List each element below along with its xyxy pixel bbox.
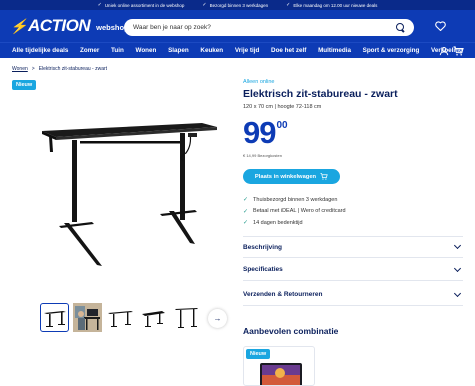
price-whole: 99 [243, 115, 276, 150]
arrow-right-icon: → [213, 314, 222, 323]
nav-item-vrije-tijd[interactable]: Vrije tijd [235, 47, 260, 54]
usp-row: ✓ Betaal met iDEAL | Wero of creditcard [243, 208, 346, 215]
recommended-title: Aanbevolen combinatie [243, 326, 339, 336]
chevron-down-icon [453, 241, 462, 250]
search-icon[interactable] [396, 23, 405, 32]
check-icon: ✓ [243, 220, 249, 227]
usp-item: ✓ Elke maandag om 12.00 uur nieuwe deals [286, 2, 378, 8]
cart-icon[interactable] [452, 45, 464, 57]
logo[interactable]: ⚡ ACTION webshop [8, 16, 129, 36]
thumbnail[interactable] [172, 303, 201, 332]
recommended-product-image [260, 363, 302, 385]
nav-item-tuin[interactable]: Tuin [111, 47, 124, 54]
usp-item: ✓ Bezorgd binnen 3 werkdagen [202, 2, 269, 8]
shipping-cost: € 14,99 Bezorgkosten [243, 153, 282, 158]
check-icon: ✓ [97, 2, 102, 8]
thumbnail[interactable] [106, 303, 135, 332]
new-badge: Nieuw [12, 80, 37, 90]
product-usps: ✓ Thuisbezorgd binnen 3 werkdagen ✓ Betaal… [243, 194, 346, 229]
chevron-down-icon [453, 264, 462, 272]
accordion-specificaties[interactable]: Specificaties [243, 259, 463, 281]
product-dimensions: 120 x 70 cm | hoogte 72-118 cm [243, 104, 322, 110]
thumbnail[interactable] [40, 303, 69, 332]
nav-item-doe-het-zelf[interactable]: Doe het zelf [271, 47, 306, 54]
thumbnail[interactable] [139, 303, 168, 332]
heart-icon[interactable] [434, 20, 446, 32]
product-price: 99 00 [243, 117, 288, 148]
nav-item-sport[interactable]: Sport & verzorging [363, 47, 420, 54]
usp-row: ✓ Thuisbezorgd binnen 3 werkdagen [243, 196, 338, 204]
add-to-cart-button[interactable]: Plaats in winkelwagen [243, 169, 340, 184]
availability-label: Alleen online [243, 79, 275, 85]
breadcrumb-current: Elektrisch zit-stabureau - zwart [38, 66, 108, 72]
accordion-beschrijving[interactable]: Beschrijving [243, 236, 463, 258]
search-input[interactable]: Waar ben je naar op zoek? [124, 19, 414, 36]
product-image[interactable] [40, 95, 230, 285]
nav-item-wonen[interactable]: Wonen [136, 47, 157, 54]
new-badge: Nieuw [246, 349, 271, 359]
recommended-product-card[interactable]: Nieuw [243, 346, 315, 386]
check-icon: ✓ [243, 208, 249, 215]
product-title: Elektrisch zit-stabureau - zwart [243, 88, 398, 100]
nav-item-keuken[interactable]: Keuken [200, 47, 223, 54]
nav-item-deals[interactable]: Alle tijdelijke deals [12, 47, 68, 54]
nav-item-zomer[interactable]: Zomer [80, 47, 99, 54]
usp-row: ✓ 14 dagen bedenktijd [243, 219, 303, 227]
cart-icon [320, 173, 328, 180]
check-icon: ✓ [286, 2, 291, 8]
breadcrumb-separator: > [31, 66, 35, 72]
usp-bar: ✓ Uniek online assortiment in de webshop … [0, 0, 475, 10]
check-icon: ✓ [243, 197, 249, 204]
usp-item: ✓ Uniek online assortiment in de webshop [97, 2, 185, 8]
check-icon: ✓ [202, 2, 207, 8]
breadcrumb: Wonen > Elektrisch zit-stabureau - zwart [12, 66, 107, 72]
bolt-icon: ⚡ [10, 17, 27, 34]
nav-item-slapen[interactable]: Slapen [168, 47, 189, 54]
main-nav: Alle tijdelijke deals Zomer Tuin Wonen S… [0, 42, 475, 58]
user-icon[interactable] [438, 45, 450, 57]
chevron-down-icon [453, 289, 462, 297]
breadcrumb-link-wonen[interactable]: Wonen [12, 66, 28, 72]
nav-item-multimedia[interactable]: Multimedia [318, 47, 351, 54]
next-image-button[interactable]: → [208, 309, 227, 328]
price-cents: 00 [276, 120, 288, 131]
thumbnail[interactable] [73, 303, 102, 332]
thumbnail-strip [40, 303, 201, 332]
accordion-verzenden[interactable]: Verzenden & Retourneren [243, 284, 463, 306]
